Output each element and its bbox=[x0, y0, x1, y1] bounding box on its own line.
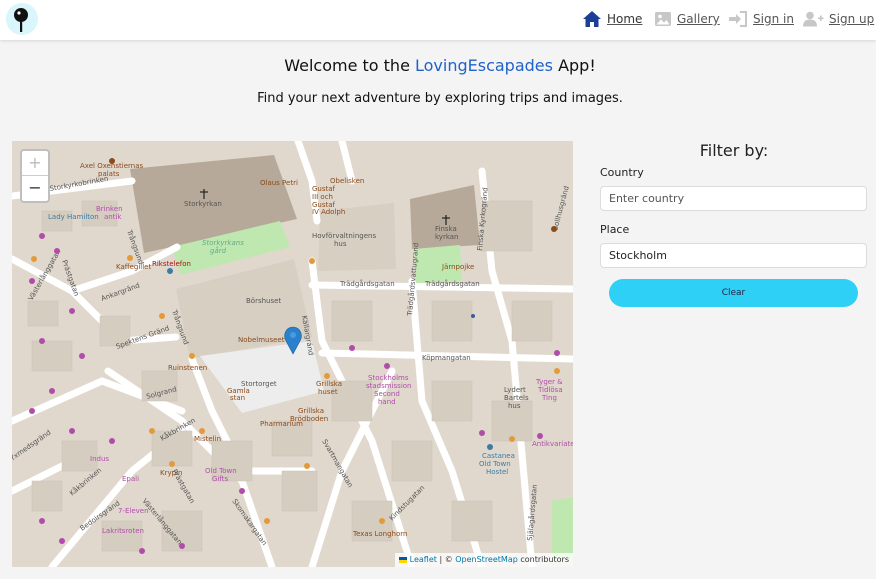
svg-text:Köpmangatan: Köpmangatan bbox=[422, 354, 471, 362]
place-input[interactable] bbox=[600, 243, 867, 268]
svg-text:Stockholms: Stockholms bbox=[368, 374, 409, 382]
svg-text:Järnpojke: Järnpojke bbox=[441, 263, 474, 271]
navbar: Home Gallery Sign in Sign up bbox=[0, 0, 876, 40]
welcome-prefix: Welcome to the bbox=[284, 56, 415, 75]
clear-button[interactable]: Clear bbox=[609, 279, 858, 307]
svg-text:Tidlösa: Tidlösa bbox=[537, 386, 563, 394]
nav-signin-link[interactable]: Sign in bbox=[728, 9, 794, 29]
svg-text:Pharmarium: Pharmarium bbox=[260, 420, 303, 428]
nav-gallery-link[interactable]: Gallery bbox=[654, 9, 720, 29]
nav-signup-label: Sign up bbox=[829, 12, 875, 26]
svg-text:Antikvariatet: Antikvariatet bbox=[532, 440, 573, 448]
home-icon bbox=[583, 11, 601, 27]
brand-name: LovingEscapades bbox=[415, 56, 553, 75]
svg-text:antik: antik bbox=[104, 213, 122, 221]
sign-in-icon bbox=[729, 11, 747, 27]
svg-text:Ting: Ting bbox=[541, 394, 557, 402]
svg-text:Rikstelefon: Rikstelefon bbox=[152, 260, 191, 268]
nav-home-label: Home bbox=[607, 12, 643, 26]
country-input[interactable] bbox=[600, 186, 867, 211]
svg-text:Lydert: Lydert bbox=[504, 386, 526, 394]
svg-text:Trädgårdsgatan: Trädgårdsgatan bbox=[424, 279, 480, 288]
label-borshuset: Börshuset bbox=[246, 297, 281, 305]
zoom-control: + − bbox=[20, 149, 50, 203]
image-icon bbox=[655, 12, 671, 26]
svg-text:hand: hand bbox=[378, 398, 396, 406]
openstreetmap-link[interactable]: OpenStreetMap bbox=[455, 555, 518, 564]
filter-title: Filter by: bbox=[699, 141, 769, 160]
svg-text:Mistelin: Mistelin bbox=[194, 435, 221, 443]
zoom-out-button[interactable]: − bbox=[22, 176, 48, 200]
svg-text:Trädgårdsgatan: Trädgårdsgatan bbox=[339, 279, 395, 288]
svg-text:Castanea: Castanea bbox=[482, 452, 515, 460]
map[interactable]: Storkyrkan Börshuset Nobelmuseet Stortor… bbox=[12, 141, 573, 567]
nav-signup-link[interactable]: Sign up bbox=[802, 9, 874, 29]
svg-text:Grillska: Grillska bbox=[316, 380, 342, 388]
svg-text:Grillska: Grillska bbox=[298, 407, 324, 415]
map-tiles[interactable]: Storkyrkan Börshuset Nobelmuseet Stortor… bbox=[12, 141, 573, 567]
svg-text:Olaus Petri: Olaus Petri bbox=[260, 179, 298, 187]
svg-text:Old Town: Old Town bbox=[205, 467, 237, 475]
svg-text:Hostel: Hostel bbox=[486, 468, 508, 476]
svg-text:Second: Second bbox=[374, 390, 400, 398]
attribution-suffix: contributors bbox=[517, 555, 569, 564]
svg-text:Bartels: Bartels bbox=[504, 394, 529, 402]
zoom-in-button[interactable]: + bbox=[22, 151, 48, 176]
welcome-suffix: App! bbox=[552, 56, 596, 75]
svg-text:Finska: Finska bbox=[435, 225, 457, 233]
svg-text:Obelisken: Obelisken bbox=[330, 177, 364, 185]
svg-text:Indus: Indus bbox=[90, 455, 109, 463]
svg-text:Brinken: Brinken bbox=[96, 205, 123, 213]
subtitle: Find your next adventure by exploring tr… bbox=[257, 91, 623, 106]
svg-text:Epali: Epali bbox=[122, 475, 139, 483]
welcome-heading: Welcome to the LovingEscapades App! bbox=[0, 56, 876, 75]
svg-text:Lady Hamilton: Lady Hamilton bbox=[48, 213, 99, 221]
svg-text:Kaffegillet: Kaffegillet bbox=[116, 263, 151, 271]
map-attribution: Leaflet | © OpenStreetMap contributors bbox=[395, 553, 573, 567]
svg-text:hus: hus bbox=[508, 402, 521, 410]
nav-home-link[interactable]: Home bbox=[582, 9, 642, 29]
nav-gallery-label: Gallery bbox=[677, 12, 720, 26]
place-label: Place bbox=[600, 223, 630, 236]
label-storkyrkan: Storkyrkan bbox=[184, 200, 222, 208]
svg-text:stan: stan bbox=[230, 394, 245, 402]
svg-text:Hovförvaltningens: Hovförvaltningens bbox=[312, 232, 376, 240]
label-nobelmuseet: Nobelmuseet bbox=[238, 336, 285, 344]
svg-text:Tyger &: Tyger & bbox=[535, 378, 563, 386]
svg-text:kyrkan: kyrkan bbox=[435, 233, 458, 241]
svg-text:Gustaf: Gustaf bbox=[312, 185, 336, 193]
logo-map-pin-icon[interactable] bbox=[6, 3, 38, 35]
svg-text:Ruinstenen: Ruinstenen bbox=[168, 364, 207, 372]
leaflet-link[interactable]: Leaflet bbox=[410, 555, 437, 564]
nav-signin-label: Sign in bbox=[753, 12, 794, 26]
svg-text:Lakritsroten: Lakritsroten bbox=[102, 527, 144, 535]
attribution-separator: | © bbox=[436, 555, 456, 564]
svg-text:Storkyrkans: Storkyrkans bbox=[202, 239, 244, 247]
svg-text:huset: huset bbox=[318, 388, 338, 396]
svg-text:Old Town: Old Town bbox=[479, 460, 511, 468]
ukraine-flag-icon bbox=[399, 556, 408, 563]
svg-text:7-Eleven: 7-Eleven bbox=[118, 507, 149, 515]
svg-text:hus: hus bbox=[334, 240, 347, 248]
svg-text:gård: gård bbox=[210, 246, 227, 255]
svg-text:Texas Longhorn: Texas Longhorn bbox=[352, 530, 407, 538]
country-label: Country bbox=[600, 166, 644, 179]
svg-text:IV Adolph: IV Adolph bbox=[312, 208, 345, 216]
svg-text:III och: III och bbox=[312, 193, 333, 201]
svg-text:stadsmission: stadsmission bbox=[366, 382, 412, 390]
svg-text:Gifts: Gifts bbox=[212, 475, 228, 483]
user-plus-icon bbox=[803, 11, 824, 27]
